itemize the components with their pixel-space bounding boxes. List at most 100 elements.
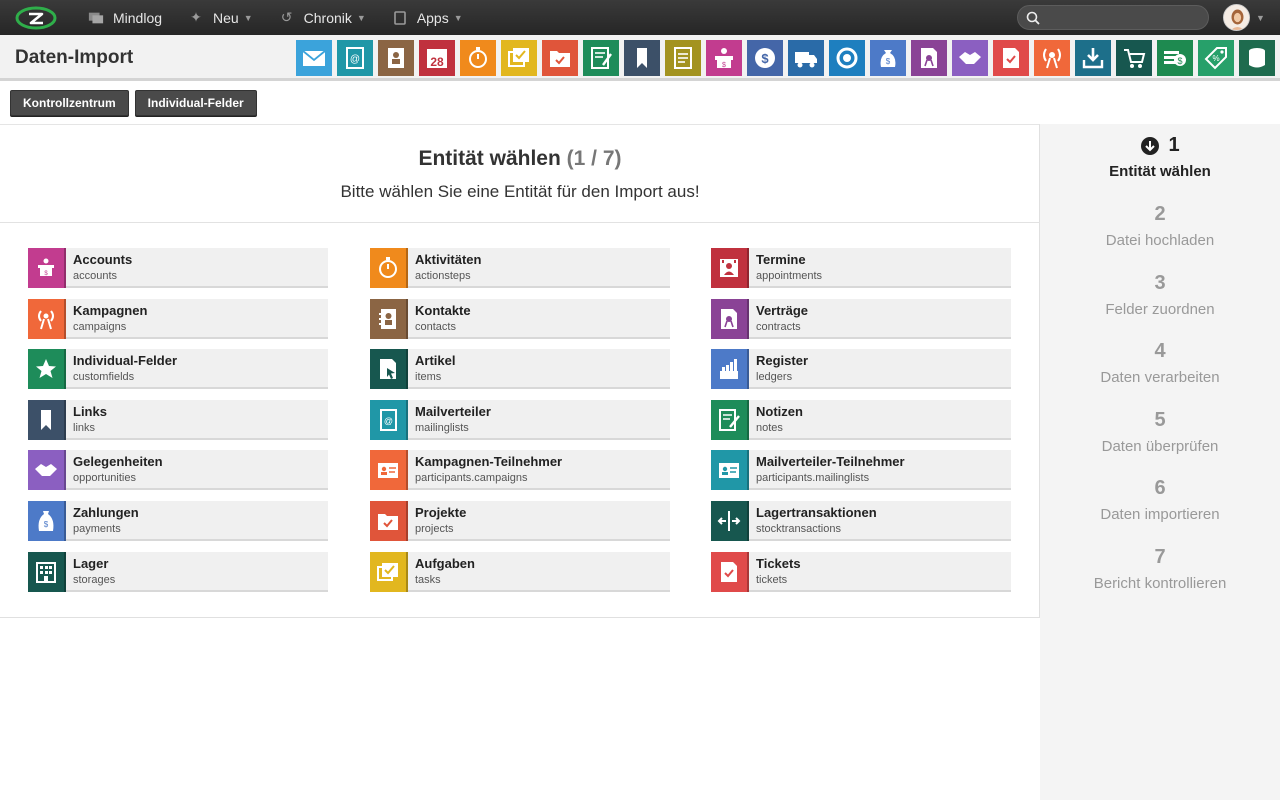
page-header: Daten-Import @28 $ $ $ $% — [0, 35, 1280, 81]
transfer-icon — [711, 501, 749, 541]
svg-text:$: $ — [722, 62, 726, 69]
opportunities-app-icon — [959, 52, 981, 64]
mail-app-button[interactable] — [296, 40, 332, 76]
svg-text:%: % — [1212, 54, 1219, 63]
links-app-button[interactable] — [624, 40, 660, 76]
entity-text: Kampagnen campaigns — [66, 299, 147, 337]
wizard-step-6: 6 Daten importieren — [1040, 477, 1280, 523]
calendar-app-button[interactable]: 28 — [419, 40, 455, 76]
nav-neu[interactable]: ✦ Neu ▼ — [188, 9, 252, 26]
nav-label: Mindlog — [113, 9, 163, 26]
nav-apps[interactable]: Apps ▼ — [392, 10, 463, 26]
database-app-button[interactable] — [1239, 40, 1275, 76]
entity-mailinglists[interactable]: @ Mailverteiler mailinglists — [370, 399, 670, 440]
logo-icon[interactable] — [14, 5, 58, 31]
entity-tasks[interactable]: Aufgaben tasks — [370, 551, 670, 592]
entity-storages[interactable]: Lager storages — [28, 551, 328, 592]
tablet-icon — [392, 10, 408, 25]
pricing-app-button[interactable]: % — [1198, 40, 1234, 76]
documents-app-button[interactable] — [665, 40, 701, 76]
entity-appointments[interactable]: Termine appointments — [711, 248, 1011, 288]
entity-key: items — [415, 371, 442, 384]
entity-label: Gelegenheiten — [73, 454, 163, 470]
participant-card-icon — [711, 450, 749, 491]
step-subtitle: Bitte wählen Sie eine Entität für den Im… — [340, 182, 700, 201]
entity-key: mailinglists — [415, 421, 469, 434]
kontrollzentrum-button[interactable]: Kontrollzentrum — [10, 90, 129, 116]
step-counter: (1 / 7) — [566, 147, 622, 170]
campaigns-app-icon — [1043, 48, 1061, 69]
entity-key: stocktransactions — [756, 523, 841, 535]
projects-app-button[interactable] — [542, 40, 578, 76]
entity-contacts[interactable]: Kontakte contacts — [370, 298, 670, 339]
entity-links[interactable]: Links links — [28, 399, 328, 440]
opportunities-app-button[interactable] — [952, 40, 988, 76]
entity-label: Mailverteiler — [415, 403, 491, 419]
step-name: Datei hochladen — [1105, 232, 1215, 249]
nav-label: Apps — [416, 9, 449, 26]
entity-text: Verträge contracts — [749, 299, 808, 337]
contracts-app-button[interactable] — [911, 40, 947, 76]
entity-contracts[interactable]: Verträge contracts — [711, 298, 1011, 339]
nav-chronik[interactable]: ↺ Chronik ▼ — [279, 9, 366, 26]
download-app-button[interactable] — [1075, 40, 1111, 76]
mailinglist-app-button[interactable]: @ — [337, 40, 373, 76]
accounts-app-button[interactable]: $ — [706, 40, 742, 76]
shipping-app-button[interactable] — [788, 40, 824, 76]
entity-tickets[interactable]: Tickets tickets — [711, 551, 1011, 592]
entity-text: Accounts accounts — [66, 248, 132, 286]
entity-key: payments — [73, 523, 121, 535]
accounts-icon: $ — [28, 248, 66, 288]
svg-text:$: $ — [761, 51, 769, 66]
mailinglist-app-icon: @ — [346, 47, 364, 69]
entity-actionsteps[interactable]: Aktivitäten actionsteps — [370, 248, 670, 288]
entity-stocktransactions[interactable]: Lagertransaktionen stocktransactions — [711, 501, 1011, 541]
notes-app-button[interactable] — [583, 40, 619, 76]
avatar[interactable] — [1223, 4, 1250, 31]
entity-payments[interactable]: $ Zahlungen payments — [28, 501, 328, 541]
entity-label: Lager — [73, 555, 109, 571]
entity-customfields[interactable]: Individual-Felder customfields — [28, 349, 328, 390]
entity-label: Tickets — [756, 555, 801, 571]
campaigns-app-button[interactable] — [1034, 40, 1070, 76]
step-heading: Entität wählen (1 / 7) — [0, 147, 1040, 171]
timer-app-button[interactable] — [460, 40, 496, 76]
individual-felder-button[interactable]: Individual-Felder — [134, 90, 257, 116]
entity-label: Artikel — [415, 353, 456, 369]
step-name: Bericht kontrollieren — [1093, 575, 1227, 592]
entity-campaigns[interactable]: Kampagnen campaigns — [28, 298, 328, 339]
entity-label: Kampagnen — [73, 302, 148, 318]
entity-text: Individual-Felder customfields — [66, 349, 177, 387]
chevron-down-icon[interactable]: ▼ — [1256, 13, 1265, 23]
entity-accounts[interactable]: $ Accounts accounts — [28, 248, 328, 288]
shipping-app-icon — [795, 52, 817, 68]
entity-notes[interactable]: Notizen notes — [711, 399, 1011, 440]
entity-text: Lagertransaktionen stocktransactions — [749, 501, 877, 539]
entity-opportunities[interactable]: Gelegenheiten opportunities — [28, 450, 328, 491]
search-input[interactable] — [1046, 10, 1206, 25]
svg-text:@: @ — [350, 54, 360, 65]
tickets-app-icon — [1003, 48, 1019, 68]
entity-key: ledgers — [756, 371, 793, 384]
entity-ledgers[interactable]: Register ledgers — [711, 349, 1011, 390]
entity-participants-mailinglists[interactable]: Mailverteiler-Teilnehmer participants.mai… — [711, 450, 1011, 491]
entity-label: Mailverteiler-Teilnehmer — [756, 454, 905, 470]
entity-projects[interactable]: Projekte projects — [370, 501, 670, 541]
nav-mindlog[interactable]: Mindlog — [88, 10, 162, 26]
contacts-app-button[interactable] — [378, 40, 414, 76]
cash-app-button[interactable]: $ — [1157, 40, 1193, 76]
mailinglist-icon: @ — [370, 399, 408, 440]
payments-app-button[interactable]: $ — [747, 40, 783, 76]
shop-app-button[interactable] — [1116, 40, 1152, 76]
support-app-button[interactable] — [829, 40, 865, 76]
money-app-icon: $ — [880, 50, 896, 67]
entity-key: tickets — [756, 573, 788, 586]
entity-items[interactable]: Artikel items — [370, 349, 670, 390]
entity-key: contacts — [415, 320, 456, 333]
svg-text:$: $ — [1177, 56, 1182, 66]
money-app-button[interactable]: $ — [870, 40, 906, 76]
tickets-app-button[interactable] — [993, 40, 1029, 76]
cash-app-icon: $ — [1164, 51, 1186, 66]
entity-participants-campaigns[interactable]: Kampagnen-Teilnehmer participants.campaig… — [370, 450, 670, 491]
tasks-app-button[interactable] — [501, 40, 537, 76]
